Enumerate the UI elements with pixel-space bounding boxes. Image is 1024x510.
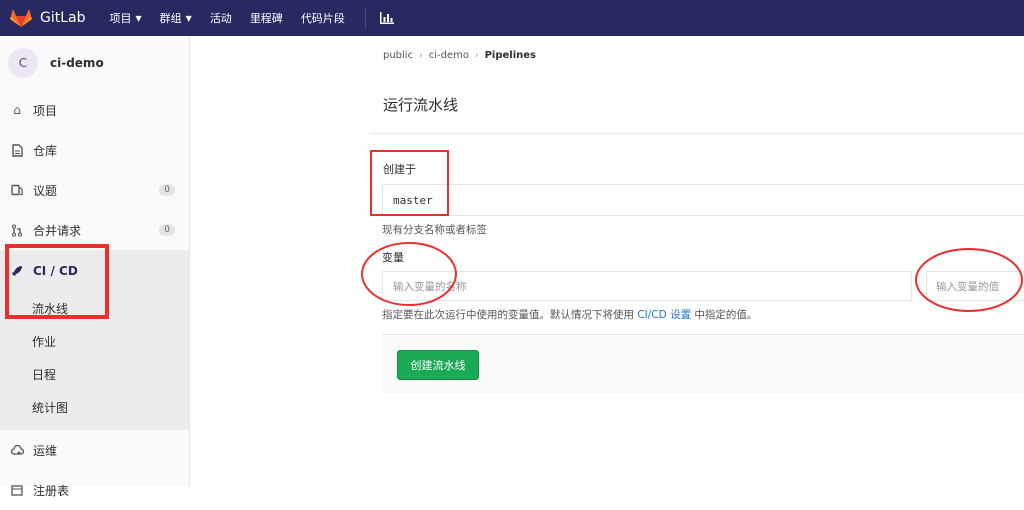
- create-pipeline-button[interactable]: 创建流水线: [397, 350, 479, 380]
- cloud-gear-icon: [10, 443, 24, 457]
- nav-groups[interactable]: 群组 ▼: [160, 10, 192, 26]
- sidebar-item-label: 议题: [33, 183, 58, 198]
- package-icon: [10, 483, 24, 497]
- home-icon: ⌂: [13, 103, 21, 117]
- ref-help-text: 现有分支名称或者标签: [382, 224, 487, 236]
- breadcrumb: public › ci-demo › Pipelines: [383, 50, 536, 61]
- chevron-right-icon: ›: [419, 50, 423, 61]
- sidebar-subitem-jobs[interactable]: 作业: [0, 325, 189, 358]
- merge-requests-count-badge: 0: [159, 224, 175, 236]
- breadcrumb-item-project[interactable]: ci-demo: [429, 50, 469, 61]
- sidebar-item-issues[interactable]: 议题 0: [0, 170, 189, 210]
- sidebar-item-label: 运维: [33, 443, 58, 458]
- document-icon: [10, 143, 24, 157]
- nav-activity-label: 活动: [209, 12, 232, 25]
- project-avatar: C: [8, 48, 38, 78]
- variable-key-input[interactable]: 输入变量的名称: [382, 271, 912, 301]
- breadcrumb-item-namespace[interactable]: public: [383, 50, 413, 61]
- nav-activity[interactable]: 活动: [210, 10, 232, 26]
- merge-request-icon: [10, 223, 24, 237]
- sidebar-item-repository[interactable]: 仓库: [0, 130, 189, 170]
- nav-snippets[interactable]: 代码片段: [301, 10, 345, 26]
- project-name: ci-demo: [50, 56, 104, 70]
- sidebar-item-label: 仓库: [33, 143, 58, 158]
- sidebar-item-label: 注册表: [33, 483, 70, 498]
- nav-projects-label: 项目: [109, 12, 132, 25]
- sidebar-item-registry[interactable]: 注册表: [0, 470, 189, 510]
- annotation-box-cicd: [5, 244, 109, 319]
- chevron-down-icon: ▼: [185, 13, 192, 23]
- gitlab-home-link[interactable]: GitLab: [10, 8, 86, 28]
- nav-divider: [364, 7, 366, 29]
- brand-name: GitLab: [40, 10, 86, 26]
- variables-help-text: 指定要在此次运行中使用的变量值。默认情况下将使用 CI/CD 设置 中指定的值。: [382, 307, 757, 322]
- issues-icon: [10, 183, 24, 197]
- nav-milestones[interactable]: 里程碑: [250, 10, 283, 26]
- sidebar-item-operations[interactable]: 运维: [0, 430, 189, 470]
- chevron-down-icon: ▼: [135, 13, 142, 23]
- breadcrumb-item-current[interactable]: Pipelines: [485, 50, 536, 61]
- nav-groups-label: 群组: [159, 12, 182, 25]
- title-divider: [370, 133, 1024, 134]
- page-title: 运行流水线: [383, 96, 459, 114]
- sidebar-item-label: 合并请求: [33, 223, 82, 238]
- annotation-box-ref: [370, 150, 449, 216]
- variable-value-input[interactable]: 输入变量的值: [926, 271, 1024, 301]
- ref-select[interactable]: master: [382, 184, 1024, 216]
- sidebar-item-label: 项目: [33, 103, 58, 118]
- cicd-settings-link[interactable]: CI/CD 设置: [637, 309, 691, 321]
- form-actions: 创建流水线: [382, 334, 1024, 394]
- bar-chart-icon[interactable]: [379, 12, 394, 24]
- variables-help-prefix: 指定要在此次运行中使用的变量值。默认情况下将使用: [382, 309, 634, 321]
- chevron-right-icon: ›: [474, 50, 479, 61]
- nav-snippets-label: 代码片段: [300, 12, 345, 25]
- top-navbar: GitLab 项目 ▼ 群组 ▼ 活动 里程碑 代码片段: [0, 0, 1024, 36]
- project-header[interactable]: C ci-demo: [0, 36, 189, 90]
- sidebar-subitem-charts[interactable]: 统计图: [0, 391, 189, 424]
- nav-milestones-label: 里程碑: [249, 12, 283, 25]
- nav-projects[interactable]: 项目 ▼: [110, 10, 142, 26]
- sidebar-subitem-schedules[interactable]: 日程: [0, 358, 189, 391]
- issues-count-badge: 0: [159, 184, 175, 196]
- variables-help-suffix: 中指定的值。: [694, 309, 758, 321]
- gitlab-fox-icon: [10, 9, 32, 27]
- variables-label: 变量: [382, 251, 404, 264]
- sidebar-item-project[interactable]: ⌂ 项目: [0, 90, 189, 130]
